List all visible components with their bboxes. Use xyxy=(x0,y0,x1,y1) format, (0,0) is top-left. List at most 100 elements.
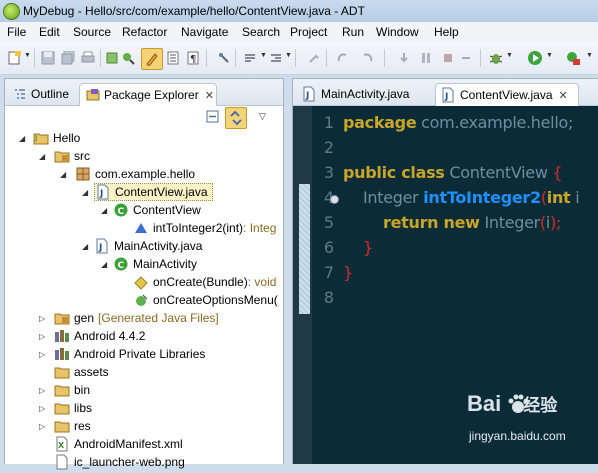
tree-item-android-sdk[interactable]: Android 4.4.2 xyxy=(54,327,145,345)
run-dropdown-icon[interactable]: ▼ xyxy=(546,52,553,59)
view-menu-icon[interactable]: ▽ xyxy=(259,111,266,122)
tree-item-method-oncreateoptionsmenu[interactable]: onCreateOptionsMenu( xyxy=(133,291,278,309)
debug-dropdown-icon[interactable]: ▼ xyxy=(506,52,513,59)
tree-item-contentview-java[interactable]: J ContentView.java xyxy=(94,183,213,201)
menu-refactor[interactable]: Refactor xyxy=(122,25,167,39)
menu-help[interactable]: Help xyxy=(434,25,459,39)
block-selection-icon[interactable]: ¶ xyxy=(185,50,201,66)
tab-contentview-java[interactable]: J ContentView.java ✕ xyxy=(435,83,579,106)
tree-item-libs[interactable]: libs xyxy=(54,399,92,417)
tab-label: ContentView.java xyxy=(460,88,553,102)
show-whitespace-icon[interactable] xyxy=(165,50,181,66)
expand-arrow-icon[interactable]: ▷ xyxy=(39,332,45,341)
collapse-arrow-icon[interactable]: ◢ xyxy=(82,242,88,251)
next-annotation-icon[interactable] xyxy=(242,50,258,66)
tree-item-mainactivity-java[interactable]: J MainActivity.java xyxy=(94,237,202,255)
back-icon[interactable] xyxy=(334,50,350,66)
prev-annotation-dropdown-icon[interactable]: ▼ xyxy=(285,52,292,59)
disconnect-icon[interactable] xyxy=(458,50,474,66)
svg-text:¶: ¶ xyxy=(190,54,196,65)
run-icon[interactable] xyxy=(527,50,543,66)
tab-package-explorer[interactable]: Package Explorer ✕ xyxy=(79,83,217,106)
tree-item-label: ic_launcher-web.png xyxy=(74,455,185,469)
expand-arrow-icon[interactable]: ▷ xyxy=(39,404,45,413)
svg-text:J: J xyxy=(34,134,38,142)
svg-text:J: J xyxy=(305,91,309,101)
tab-mainactivity-java[interactable]: J MainActivity.java xyxy=(297,83,409,105)
menu-search[interactable]: Search xyxy=(242,25,280,39)
tab-outline[interactable]: Outline xyxy=(7,83,69,105)
annotation-icon[interactable] xyxy=(216,50,232,66)
collapse-arrow-icon[interactable]: ◢ xyxy=(19,134,25,143)
step-into-icon[interactable] xyxy=(396,50,412,66)
tree-item-private-libraries[interactable]: Android Private Libraries xyxy=(54,345,205,363)
external-tools-dropdown-icon[interactable]: ▼ xyxy=(586,52,593,59)
svg-text:C: C xyxy=(118,207,125,217)
collapse-arrow-icon[interactable]: ◢ xyxy=(101,260,107,269)
tree-item-method-oncreate[interactable]: onCreate(Bundle) : void xyxy=(133,273,276,291)
next-annotation-dropdown-icon[interactable]: ▼ xyxy=(260,52,267,59)
menu-source[interactable]: Source xyxy=(73,25,111,39)
expand-arrow-icon[interactable]: ▷ xyxy=(39,386,45,395)
collapse-all-icon[interactable] xyxy=(206,110,219,123)
tree-item-gen[interactable]: gen [Generated Java Files] xyxy=(54,309,219,327)
tree-item-bin[interactable]: bin xyxy=(54,381,90,399)
save-all-icon[interactable] xyxy=(60,50,76,66)
menu-window[interactable]: Window xyxy=(376,25,419,39)
tree-item-method-inttointeger2[interactable]: intToInteger2(int) : Integ xyxy=(133,219,276,237)
menu-project[interactable]: Project xyxy=(290,25,327,39)
line-number: 2 xyxy=(323,138,334,157)
close-icon[interactable]: ✕ xyxy=(205,89,214,102)
close-icon[interactable]: ✕ xyxy=(559,89,568,102)
debug-toggle-icon[interactable] xyxy=(120,50,136,66)
toolbar-separator xyxy=(100,49,101,67)
expand-arrow-icon[interactable]: ▷ xyxy=(39,350,45,359)
line-number: 3 xyxy=(323,163,334,182)
terminate-icon[interactable] xyxy=(440,50,456,66)
tree-item-res[interactable]: res xyxy=(54,417,91,435)
prev-annotation-icon[interactable] xyxy=(268,50,284,66)
tree-item-project[interactable]: J Hello xyxy=(33,129,80,147)
tree-item-label: src xyxy=(74,149,90,163)
editor-overview-ruler xyxy=(293,106,312,464)
tree-item-assets[interactable]: assets xyxy=(54,363,109,381)
open-type-icon[interactable] xyxy=(104,50,120,66)
menu-run[interactable]: Run xyxy=(342,25,364,39)
tree-item-package[interactable]: com.example.hello xyxy=(75,165,195,183)
left-view-tabs: Outline Package Explorer ✕ xyxy=(5,79,283,106)
toolbar-separator xyxy=(206,49,207,67)
new-dropdown-icon[interactable]: ▼ xyxy=(24,52,31,59)
source-folder-icon xyxy=(54,310,70,326)
expand-arrow-icon[interactable]: ▷ xyxy=(39,314,45,323)
editor-tabs: J MainActivity.java J ContentView.java ✕ xyxy=(293,79,598,106)
tree-item-mainactivity-class[interactable]: C MainActivity xyxy=(113,255,197,273)
forward-icon[interactable] xyxy=(360,50,376,66)
tree-item-label: Android 4.4.2 xyxy=(74,329,146,343)
print-icon[interactable] xyxy=(80,50,96,66)
last-edit-icon[interactable] xyxy=(306,50,322,66)
collapse-arrow-icon[interactable]: ◢ xyxy=(60,170,66,179)
expand-arrow-icon[interactable]: ▷ xyxy=(39,422,45,431)
tree-item-manifest[interactable]: X AndroidManifest.xml xyxy=(54,435,183,453)
tree-item-src[interactable]: src xyxy=(54,147,90,165)
link-with-editor-icon[interactable] xyxy=(225,107,247,129)
tree-item-contentview-class[interactable]: C ContentView xyxy=(113,201,201,219)
suspend-icon[interactable] xyxy=(418,50,434,66)
debug-icon[interactable] xyxy=(488,50,504,66)
tree-item-launcher-png[interactable]: ic_launcher-web.png xyxy=(54,453,185,471)
collapse-arrow-icon[interactable]: ◢ xyxy=(101,206,107,215)
default-method-icon xyxy=(133,220,149,236)
menu-edit[interactable]: Edit xyxy=(39,25,60,39)
new-icon[interactable] xyxy=(6,50,22,66)
mark-occurrences-icon[interactable] xyxy=(141,48,163,70)
external-tools-icon[interactable] xyxy=(565,50,581,66)
fold-collapse-icon[interactable] xyxy=(330,195,339,204)
menu-file[interactable]: File xyxy=(7,25,26,39)
menu-navigate[interactable]: Navigate xyxy=(181,25,228,39)
line-number: 7 xyxy=(323,263,334,282)
save-icon[interactable] xyxy=(40,50,56,66)
tab-outline-label: Outline xyxy=(31,87,70,101)
collapse-arrow-icon[interactable]: ◢ xyxy=(82,188,88,197)
collapse-arrow-icon[interactable]: ◢ xyxy=(39,152,45,161)
toolbar-separator xyxy=(326,49,327,67)
